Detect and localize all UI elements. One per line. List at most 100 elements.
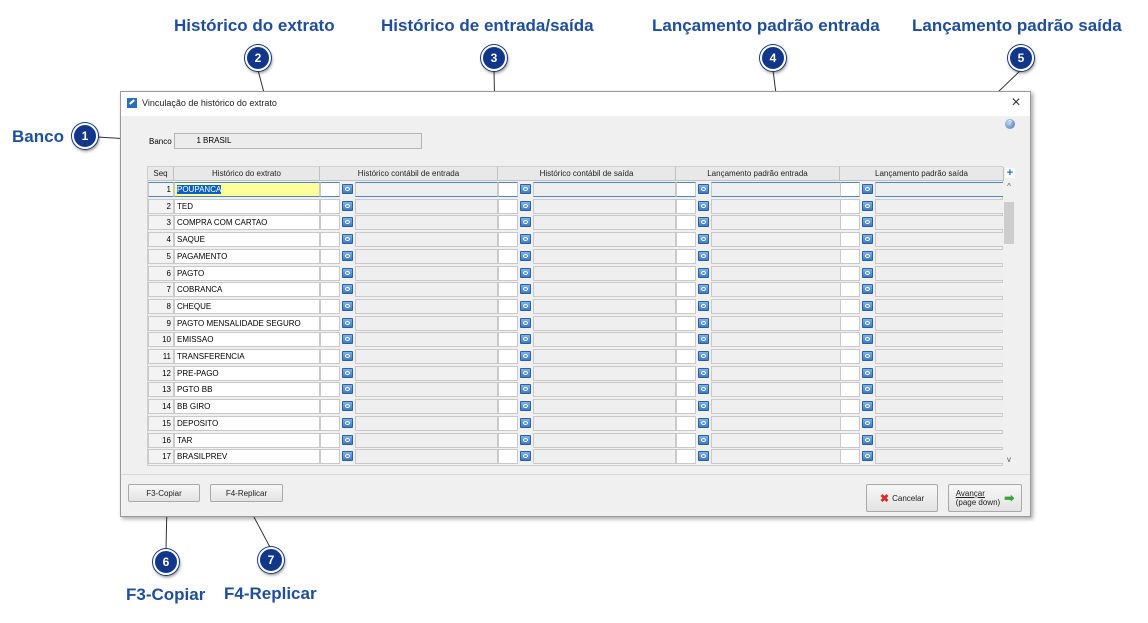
historico-saida-code[interactable] [498,432,518,448]
lookup-icon[interactable] [342,267,353,278]
lancamento-entrada-code[interactable] [676,315,696,331]
lookup-icon[interactable] [862,367,873,378]
lancamento-saida-code[interactable] [840,232,860,248]
header-historico-extrato[interactable]: Histórico do extrato [174,167,320,181]
vertical-scrollbar[interactable]: ^ v [1003,182,1015,466]
historico-entrada-code[interactable] [320,399,340,415]
header-lancamento-saida[interactable]: Lançamento padrão saída [840,167,1004,181]
lookup-icon[interactable] [698,434,709,445]
table-row[interactable]: 9 PAGTO MENSALIDADE SEGURO [148,315,1004,333]
historico-entrada-code[interactable] [320,449,340,465]
table-row[interactable]: 7 COBRANCA [148,282,1004,299]
lancamento-entrada-code[interactable] [676,365,696,381]
lookup-icon[interactable] [520,384,531,395]
lookup-icon[interactable] [342,451,353,462]
lookup-icon[interactable] [520,434,531,445]
historico-saida-code[interactable] [498,198,518,214]
lookup-icon[interactable] [862,217,873,228]
lancamento-saida-code[interactable] [840,332,860,348]
historico-extrato-cell[interactable]: BRASILPREV [174,449,320,465]
lookup-icon[interactable] [862,200,873,211]
historico-saida-code[interactable] [498,382,518,398]
lookup-icon[interactable] [862,284,873,295]
lookup-icon[interactable] [862,234,873,245]
table-row[interactable]: 3 COMPRA COM CARTAO [148,215,1004,232]
historico-extrato-cell[interactable]: PAGTO [174,265,320,281]
lookup-icon[interactable] [698,300,709,311]
table-row[interactable]: 5 PAGAMENTO [148,248,1004,266]
help-icon[interactable]: ? [1005,119,1015,129]
lancamento-saida-code[interactable] [840,248,860,264]
historico-saida-code[interactable] [498,215,518,231]
table-row[interactable]: 16 TAR [148,432,1004,450]
scroll-thumb[interactable] [1004,202,1014,244]
table-row[interactable]: 4 SAQUE [148,232,1004,249]
historico-saida-code[interactable] [498,298,518,314]
table-row[interactable]: 17 BRASILPREV [148,449,1004,466]
lookup-icon[interactable] [698,284,709,295]
lookup-icon[interactable] [862,384,873,395]
historico-extrato-cell[interactable]: COMPRA COM CARTAO [174,215,320,231]
historico-saida-code[interactable] [498,332,518,348]
historico-extrato-cell[interactable]: TRANSFERENCIA [174,349,320,364]
lookup-icon[interactable] [342,417,353,428]
historico-entrada-code[interactable] [320,182,340,197]
historico-entrada-code[interactable] [320,415,340,431]
historico-extrato-cell[interactable]: PGTO BB [174,382,320,398]
lookup-icon[interactable] [698,234,709,245]
avancar-button[interactable]: Avançar (page down) ➡ [948,484,1022,512]
lookup-icon[interactable] [520,401,531,412]
historico-extrato-cell[interactable]: PAGAMENTO [174,248,320,264]
lancamento-saida-code[interactable] [840,432,860,448]
lookup-icon[interactable] [862,434,873,445]
lookup-icon[interactable] [342,434,353,445]
historico-entrada-code[interactable] [320,315,340,331]
lookup-icon[interactable] [342,250,353,261]
lookup-icon[interactable] [862,300,873,311]
historico-entrada-code[interactable] [320,215,340,231]
lookup-icon[interactable] [698,334,709,345]
lookup-icon[interactable] [698,367,709,378]
lookup-icon[interactable] [698,217,709,228]
lancamento-saida-code[interactable] [840,265,860,281]
lancamento-saida-code[interactable] [840,415,860,431]
lookup-icon[interactable] [342,184,353,194]
historico-extrato-cell[interactable]: CHEQUE [174,298,320,314]
lancamento-entrada-code[interactable] [676,432,696,448]
historico-entrada-code[interactable] [320,298,340,314]
historico-saida-code[interactable] [498,365,518,381]
lookup-icon[interactable] [698,384,709,395]
table-row[interactable]: 13 PGTO BB [148,382,1004,399]
historico-entrada-code[interactable] [320,382,340,398]
historico-entrada-code[interactable] [320,198,340,214]
table-row[interactable]: 12 PRE-PAGO [148,365,1004,383]
table-row[interactable]: 1 POUPANCA [148,182,1004,199]
lancamento-saida-code[interactable] [840,382,860,398]
historico-entrada-code[interactable] [320,365,340,381]
lookup-icon[interactable] [520,234,531,245]
scroll-up-icon[interactable]: ^ [1003,182,1015,191]
historico-entrada-code[interactable] [320,265,340,281]
lancamento-saida-code[interactable] [840,399,860,415]
historico-entrada-code[interactable] [320,248,340,264]
lookup-icon[interactable] [342,401,353,412]
lancamento-saida-code[interactable] [840,365,860,381]
lookup-icon[interactable] [520,367,531,378]
lancamento-saida-code[interactable] [840,349,860,364]
lookup-icon[interactable] [862,417,873,428]
lookup-icon[interactable] [520,284,531,295]
lookup-icon[interactable] [342,217,353,228]
close-icon[interactable]: × [1008,94,1024,112]
historico-extrato-cell[interactable]: TED [174,198,320,214]
scroll-down-icon[interactable]: v [1003,455,1015,464]
lancamento-saida-code[interactable] [840,282,860,298]
historico-saida-code[interactable] [498,449,518,465]
f4-replicar-button[interactable]: F4-Replicar [210,484,283,502]
lookup-icon[interactable] [342,234,353,245]
lookup-icon[interactable] [520,334,531,345]
lookup-icon[interactable] [342,284,353,295]
lookup-icon[interactable] [342,317,353,328]
lookup-icon[interactable] [698,351,709,361]
lancamento-entrada-code[interactable] [676,399,696,415]
lookup-icon[interactable] [862,351,873,361]
